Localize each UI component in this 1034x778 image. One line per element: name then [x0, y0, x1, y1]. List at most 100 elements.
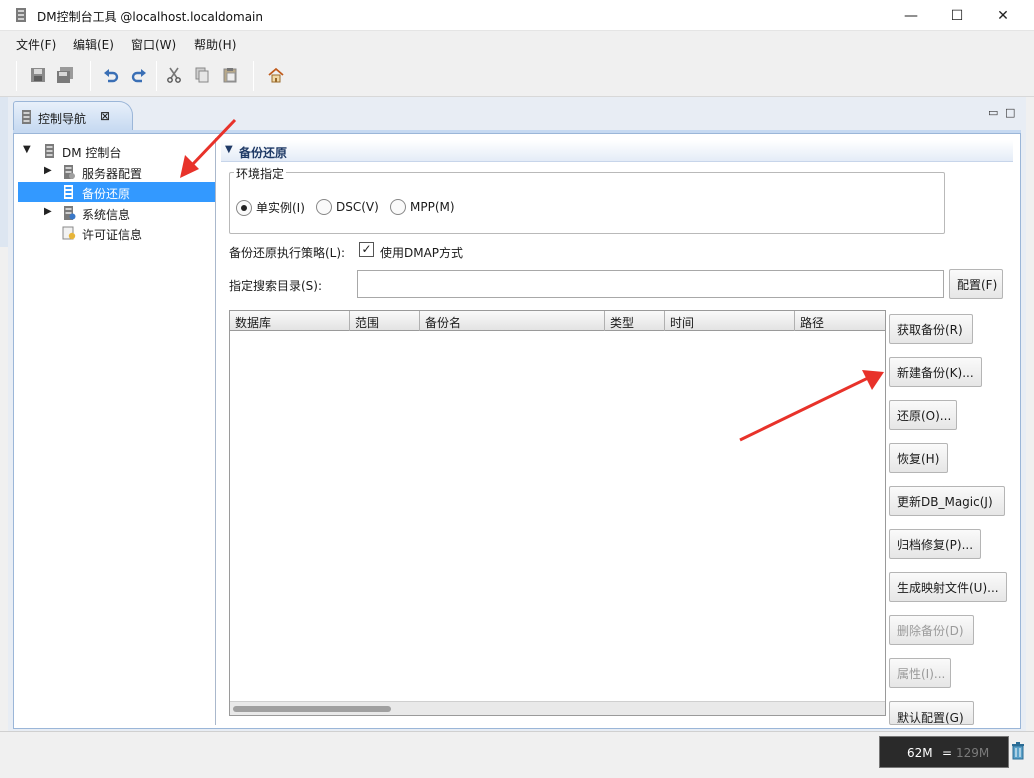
server-config-icon — [64, 165, 75, 179]
server-icon — [22, 110, 31, 124]
copy-button[interactable] — [191, 64, 213, 86]
title-bar: DM控制台工具 @localhost.localdomain — ☐ ✕ — [0, 0, 1034, 31]
app-icon — [16, 8, 26, 22]
home-button[interactable] — [265, 64, 287, 86]
expanded-arrow-icon[interactable]: ▼ — [23, 144, 31, 155]
tree-item-server-config[interactable]: ▶ 服务器配置 — [18, 162, 215, 182]
undo-button[interactable] — [100, 64, 122, 86]
radio-unselected-icon — [390, 199, 406, 215]
app-window: DM控制台工具 @localhost.localdomain — ☐ ✕ 文件(… — [0, 0, 1034, 778]
redo-icon — [131, 69, 146, 83]
tree-item-system-info[interactable]: ▶ 系统信息 — [18, 203, 215, 223]
menu-file[interactable]: 文件(F) — [16, 36, 56, 53]
heap-total: 129M — [956, 746, 990, 760]
save-all-button[interactable] — [54, 64, 76, 86]
save-button[interactable] — [27, 64, 49, 86]
save-icon — [31, 68, 45, 82]
backup-table: 数据库 范围 备份名 类型 时间 路径 — [229, 310, 886, 716]
maximize-button[interactable]: ☐ — [934, 0, 980, 31]
radio-unselected-icon — [316, 199, 332, 215]
cut-icon — [167, 67, 181, 83]
background-app-edge — [0, 97, 8, 247]
environment-legend: 环境指定 — [234, 165, 287, 182]
tree-item-root[interactable]: ▼ DM 控制台 — [18, 141, 215, 161]
minimize-button[interactable]: — — [888, 0, 934, 31]
properties-button[interactable]: 属性(I)... — [889, 658, 951, 688]
config-button[interactable]: 配置(F) — [949, 269, 1003, 299]
undo-icon — [104, 69, 119, 83]
fetch-backup-button[interactable]: 获取备份(R) — [889, 314, 973, 344]
home-icon — [268, 67, 284, 83]
generate-mapping-file-button[interactable]: 生成映射文件(U)... — [889, 572, 1007, 602]
column-header-path[interactable]: 路径 — [795, 311, 885, 331]
tree-item-label: 系统信息 — [82, 208, 131, 222]
new-backup-button[interactable]: 新建备份(K)... — [889, 357, 982, 387]
tree-item-label: 备份还原 — [82, 187, 131, 201]
menu-help[interactable]: 帮助(H) — [194, 36, 236, 53]
cut-button[interactable] — [163, 64, 185, 86]
radio-mpp[interactable]: MPP(M) — [390, 199, 455, 215]
tree-item-label: 许可证信息 — [82, 228, 143, 242]
radio-single-instance[interactable]: 单实例(I) — [236, 199, 305, 216]
menu-window[interactable]: 窗口(W) — [131, 36, 176, 53]
heap-status[interactable]: 62M = 129M — [879, 736, 1009, 768]
section-collapse-icon[interactable]: ▼ — [225, 144, 233, 155]
tab-control-navigation[interactable]: 控制导航 ⊠ — [13, 101, 133, 131]
section-title: 备份还原 — [239, 146, 288, 160]
collapsed-arrow-icon[interactable]: ▶ — [44, 206, 52, 217]
save-all-icon — [57, 67, 73, 83]
status-bar: 62M = 129M — [0, 731, 1034, 778]
checkmark-icon: ✓ — [361, 242, 372, 256]
maximize-icon: ☐ — [950, 7, 964, 24]
delete-backup-button[interactable]: 删除备份(D) — [889, 615, 974, 645]
menu-edit[interactable]: 编辑(E) — [73, 36, 114, 53]
radio-label: MPP(M) — [410, 200, 455, 214]
view-minimize-icon[interactable]: ▭ — [988, 106, 998, 119]
tab-label: 控制导航 — [38, 112, 87, 126]
toolbar — [0, 55, 1034, 97]
tree-item-backup-restore[interactable]: 备份还原 — [18, 182, 215, 202]
scrollbar-thumb[interactable] — [233, 706, 391, 712]
default-config-button[interactable]: 默认配置(G) — [889, 701, 974, 725]
trash-icon[interactable] — [1011, 742, 1025, 760]
console-icon — [45, 144, 54, 158]
archive-repair-button[interactable]: 归档修复(P)... — [889, 529, 981, 559]
navigation-panel: ▼ DM 控制台 ▶ 服务器配置 备份还原 ▶ 系统信息 许可证信息 ▼ 备份还… — [13, 133, 1021, 729]
menu-bar: 文件(F) 编辑(E) 窗口(W) 帮助(H) — [0, 31, 1034, 55]
recover-button[interactable]: 恢复(H) — [889, 443, 948, 473]
tab-close-icon[interactable]: ⊠ — [100, 109, 110, 123]
collapsed-arrow-icon[interactable]: ▶ — [44, 165, 52, 176]
dmap-checkbox-label[interactable]: 使用DMAP方式 — [380, 244, 463, 261]
horizontal-scrollbar[interactable] — [230, 701, 885, 715]
column-header-database[interactable]: 数据库 — [230, 311, 350, 331]
restore-button[interactable]: 还原(O)... — [889, 400, 957, 430]
section-header[interactable]: ▼ 备份还原 — [221, 140, 1013, 162]
update-db-magic-button[interactable]: 更新DB_Magic(J) — [889, 486, 1005, 516]
workbench: 控制导航 ⊠ ▭ □ ▼ DM 控制台 ▶ 服务器配置 备份还原 ▶ 系统信息 … — [8, 97, 1026, 731]
radio-selected-icon — [236, 199, 252, 216]
table-header: 数据库 范围 备份名 类型 时间 路径 — [230, 311, 885, 331]
tree-item-license-info[interactable]: 许可证信息 — [18, 223, 215, 243]
column-header-backup-name[interactable]: 备份名 — [420, 311, 605, 331]
tree-item-label: DM 控制台 — [62, 146, 122, 160]
radio-dsc[interactable]: DSC(V) — [316, 199, 379, 215]
column-header-scope[interactable]: 范围 — [350, 311, 420, 331]
strategy-label: 备份还原执行策略(L): — [229, 246, 346, 260]
redo-button[interactable] — [128, 64, 150, 86]
view-maximize-icon[interactable]: □ — [1005, 106, 1015, 119]
environment-group: 环境指定 单实例(I) DSC(V) MPP(M) — [229, 165, 945, 234]
navigation-tree: ▼ DM 控制台 ▶ 服务器配置 备份还原 ▶ 系统信息 许可证信息 — [18, 138, 216, 725]
backup-restore-view: ▼ 备份还原 环境指定 单实例(I) DSC(V) MPP(M) 备份还原执行策… — [219, 138, 1017, 725]
search-dir-label: 指定搜索目录(S): — [229, 279, 323, 293]
system-info-icon — [64, 206, 76, 220]
tree-item-label: 服务器配置 — [82, 167, 143, 181]
close-icon: ✕ — [997, 7, 1009, 24]
close-button[interactable]: ✕ — [980, 0, 1026, 31]
dmap-checkbox[interactable]: ✓ — [359, 242, 374, 257]
copy-icon — [195, 67, 209, 83]
minimize-icon: — — [904, 7, 918, 24]
column-header-time[interactable]: 时间 — [665, 311, 795, 331]
column-header-type[interactable]: 类型 — [605, 311, 665, 331]
paste-button[interactable] — [219, 64, 241, 86]
search-dir-input[interactable] — [357, 270, 944, 298]
